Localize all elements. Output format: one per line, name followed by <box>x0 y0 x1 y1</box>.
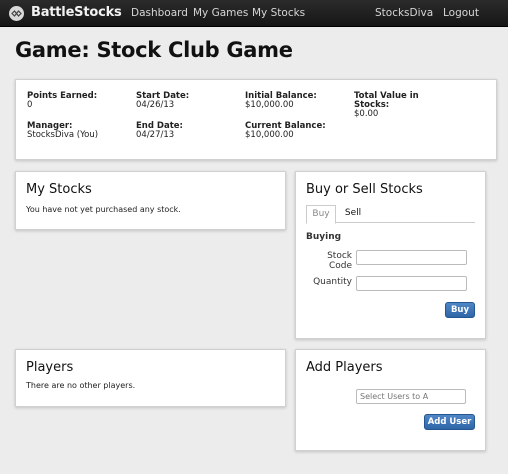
stock-code-label-line2: Code <box>328 261 352 271</box>
stock-code-input[interactable] <box>356 250 467 265</box>
my-stocks-empty-message: You have not yet purchased any stock. <box>26 205 181 214</box>
initial-balance-value: $10,000.00 <box>245 100 294 110</box>
my-stocks-title: My Stocks <box>26 182 92 197</box>
page-title: Game: Stock Club Game <box>15 38 293 62</box>
add-user-button[interactable]: Add User <box>424 414 475 430</box>
tab-buy[interactable]: Buy <box>306 205 336 224</box>
nav-user-link[interactable]: StocksDiva <box>375 7 433 19</box>
top-navbar: BattleStocks Dashboard My Games My Stock… <box>0 0 508 27</box>
nav-logout-link[interactable]: Logout <box>443 7 479 19</box>
quantity-input[interactable] <box>356 276 467 291</box>
select-users-input[interactable] <box>356 389 466 404</box>
my-stocks-card: My Stocks You have not yet purchased any… <box>15 171 286 230</box>
stock-code-label-line1: Stock <box>327 251 352 261</box>
nav-my-games-link[interactable]: My Games <box>193 7 248 19</box>
tab-sell[interactable]: Sell <box>340 205 366 222</box>
current-balance-value: $10,000.00 <box>245 130 294 140</box>
total-value-value: $0.00 <box>354 109 379 119</box>
add-players-title: Add Players <box>306 360 383 375</box>
players-title: Players <box>26 360 74 375</box>
brand-name[interactable]: BattleStocks <box>31 5 122 20</box>
buying-section-label: Buying <box>306 232 342 242</box>
points-earned-label: Points Earned: <box>27 91 98 101</box>
players-card: Players There are no other players. <box>15 349 286 407</box>
points-earned-value: 0 <box>27 100 33 110</box>
game-summary-card: Points Earned: 0 Start Date: 04/26/13 In… <box>15 79 497 160</box>
manager-value: StocksDiva (You) <box>27 130 99 140</box>
nav-my-stocks-link[interactable]: My Stocks <box>252 7 305 19</box>
nav-dashboard-link[interactable]: Dashboard <box>131 7 188 19</box>
end-date-value: 04/27/13 <box>136 130 175 140</box>
battlestocks-logo-icon[interactable] <box>9 6 24 21</box>
quantity-label: Quantity <box>313 277 352 287</box>
buy-button[interactable]: Buy <box>445 302 475 318</box>
start-date-value: 04/26/13 <box>136 100 175 110</box>
players-empty-message: There are no other players. <box>26 381 136 390</box>
buy-sell-title: Buy or Sell Stocks <box>306 182 423 197</box>
